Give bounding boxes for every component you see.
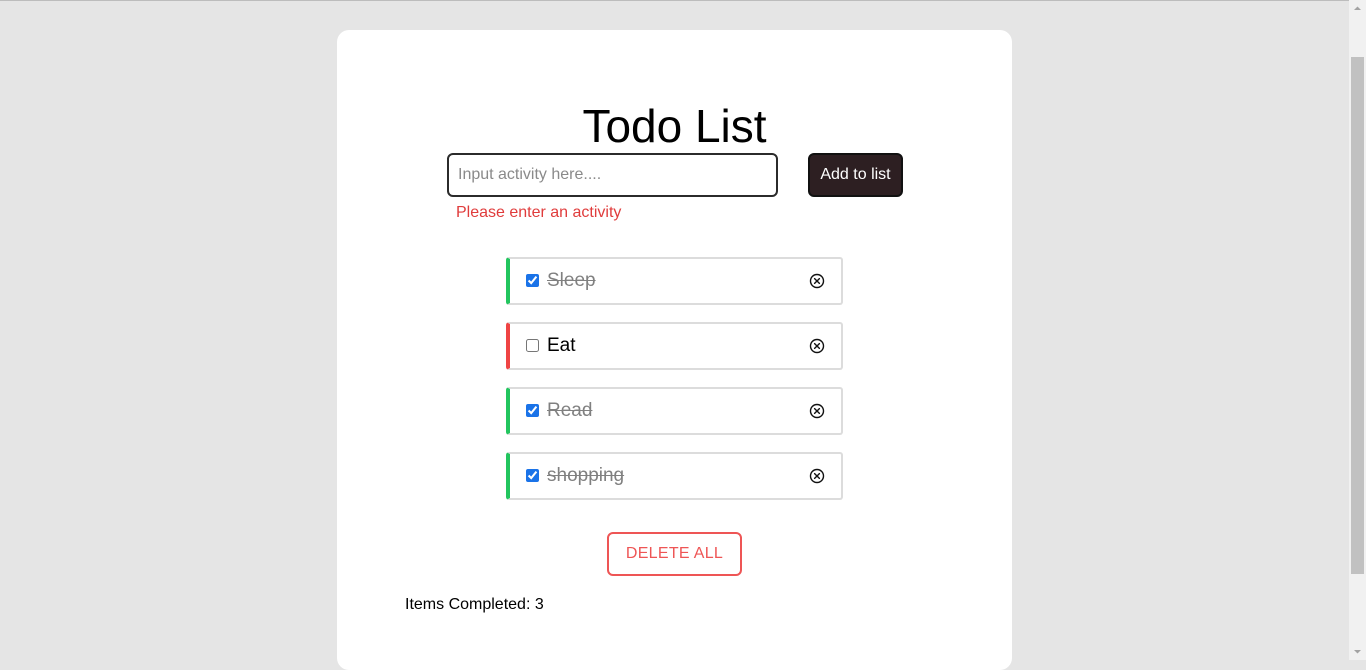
close-circle-icon[interactable]	[809, 273, 825, 289]
todo-checkbox[interactable]	[526, 469, 539, 482]
todo-text: Eat	[547, 335, 576, 356]
activity-input[interactable]	[447, 153, 778, 197]
close-circle-icon[interactable]	[809, 338, 825, 354]
scrollbar-thumb[interactable]	[1351, 57, 1364, 574]
todo-list: Sleep Eat Read shopping	[506, 257, 843, 517]
close-circle-icon[interactable]	[809, 468, 825, 484]
page-title: Todo List	[582, 100, 767, 152]
add-to-list-button[interactable]: Add to list	[808, 153, 903, 197]
items-completed-count: Items Completed: 3	[405, 596, 544, 613]
vertical-scrollbar[interactable]	[1349, 0, 1366, 660]
todo-checkbox[interactable]	[526, 339, 539, 352]
todo-item: shopping	[506, 452, 843, 500]
todo-checkbox[interactable]	[526, 404, 539, 417]
delete-all-button[interactable]: DELETE ALL	[607, 532, 742, 576]
scroll-down-arrow-icon[interactable]	[1349, 643, 1366, 660]
todo-text: Read	[547, 400, 593, 421]
todo-text: shopping	[547, 465, 625, 486]
todo-item: Eat	[506, 322, 843, 370]
error-message: Please enter an activity	[456, 204, 622, 221]
todo-item: Sleep	[506, 257, 843, 305]
window-top-border	[0, 0, 1366, 1]
scroll-up-arrow-icon[interactable]	[1349, 0, 1366, 17]
todo-item: Read	[506, 387, 843, 435]
close-circle-icon[interactable]	[809, 403, 825, 419]
todo-text: Sleep	[547, 270, 596, 291]
todo-card: Todo List Add to list Please enter an ac…	[337, 30, 1012, 670]
todo-checkbox[interactable]	[526, 274, 539, 287]
